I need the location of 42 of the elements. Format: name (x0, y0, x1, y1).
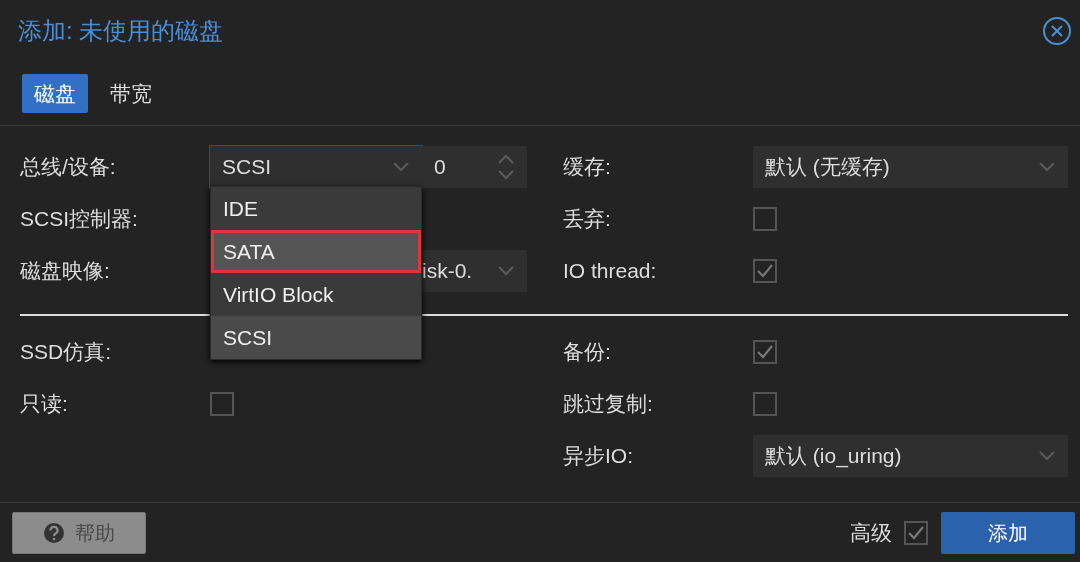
chevron-down-icon (1038, 161, 1056, 173)
field-label: 异步IO: (563, 443, 634, 470)
number-field[interactable]: 0 (422, 146, 527, 188)
advanced-label: 高级 (850, 519, 892, 546)
checkbox[interactable] (753, 259, 777, 283)
checkbox[interactable] (753, 340, 777, 364)
checkbox[interactable] (904, 520, 928, 545)
field-label: SCSI控制器: (20, 206, 139, 233)
select-field[interactable]: 默认 (无缓存) (753, 146, 1068, 188)
dialog-title: 添加: 未使用的磁盘 (18, 16, 224, 46)
dropdown-option[interactable]: SCSI (211, 316, 421, 359)
select-value: 默认 (io_uring) (765, 443, 902, 470)
tab[interactable]: 磁盘 (22, 73, 88, 114)
checkbox[interactable] (210, 392, 234, 416)
chevron-down-icon (497, 265, 515, 277)
field-label: 总线/设备: (20, 154, 117, 181)
close-icon[interactable] (1042, 16, 1072, 46)
dropdown-option[interactable]: IDE (211, 187, 421, 230)
checkbox[interactable] (753, 392, 777, 416)
help-icon (43, 521, 65, 544)
select-value: isk-0. (421, 258, 473, 285)
field-label: 跳过复制: (563, 391, 654, 418)
select-value: SCSI (222, 154, 271, 181)
number-value: 0 (434, 154, 446, 181)
select-field[interactable]: SCSI (210, 146, 422, 188)
field-label: 丢弃: (563, 206, 612, 233)
field-label: 备份: (563, 339, 612, 366)
tab[interactable]: 带宽 (98, 73, 164, 114)
chevron-down-icon (392, 161, 410, 173)
checkbox[interactable] (753, 207, 777, 231)
field-label: SSD仿真: (20, 339, 112, 366)
select-field[interactable]: 默认 (io_uring) (753, 435, 1068, 477)
add-button[interactable]: 添加 (941, 511, 1075, 554)
dropdown-option[interactable]: VirtIO Block (211, 273, 421, 316)
select-value: 默认 (无缓存) (765, 154, 890, 181)
dropdown-option[interactable]: SATA (211, 230, 421, 273)
field-label: IO thread: (563, 258, 658, 285)
field-label: 磁盘映像: (20, 258, 111, 285)
chevron-down-icon (1038, 450, 1056, 462)
field-label: 缓存: (563, 154, 612, 181)
spinner-icon[interactable] (497, 152, 515, 182)
field-label: 只读: (20, 391, 69, 418)
